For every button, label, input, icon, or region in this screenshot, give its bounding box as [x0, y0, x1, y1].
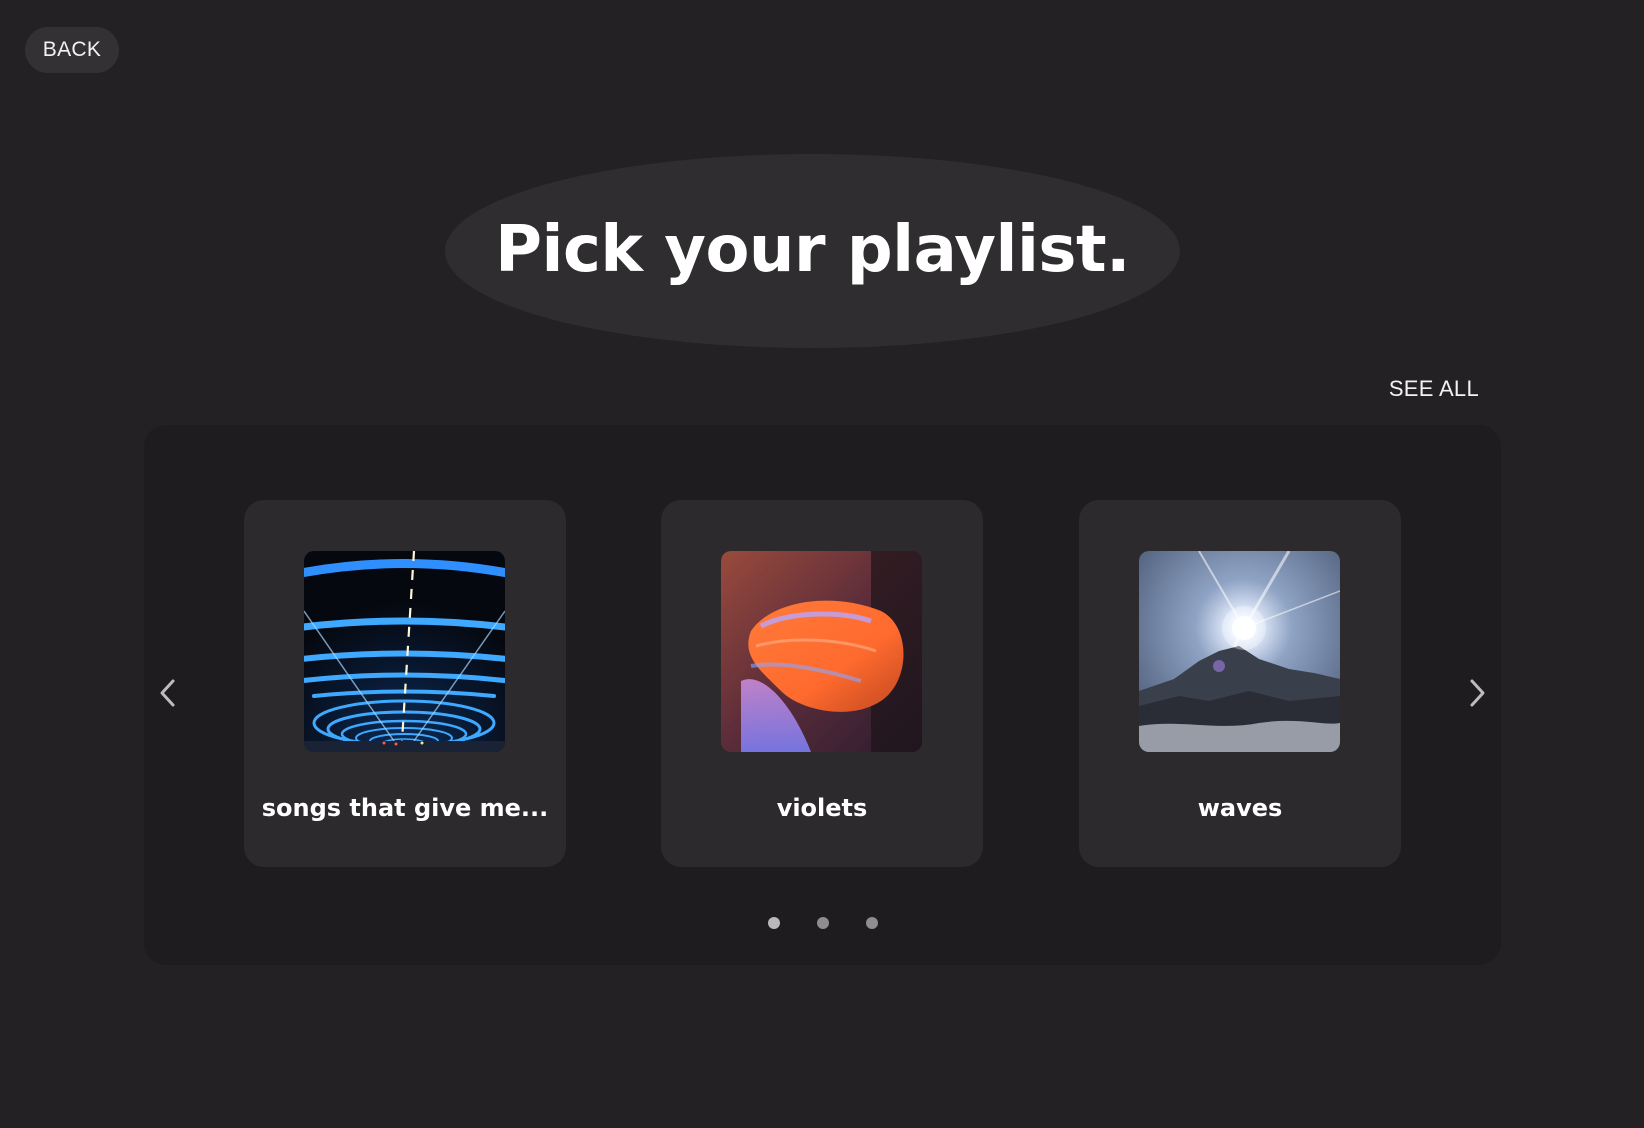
page-dot-3[interactable]	[865, 917, 878, 929]
page-dot-2[interactable]	[816, 917, 829, 929]
carousel-prev-button[interactable]	[148, 673, 188, 713]
page-dot-1[interactable]	[767, 917, 780, 929]
playlist-name: songs that give me...	[261, 794, 549, 822]
neon-tunnel-image	[304, 551, 505, 752]
playlist-card[interactable]: violets	[661, 500, 983, 867]
title-blob: Pick your playlist.	[445, 154, 1180, 348]
playlist-name: violets	[776, 794, 868, 822]
chevron-right-icon	[1470, 679, 1485, 707]
blurred-hand-image	[721, 551, 922, 752]
see-all-link[interactable]: SEE ALL	[1389, 376, 1479, 402]
playlist-card[interactable]: waves	[1079, 500, 1401, 867]
carousel-next-button[interactable]	[1457, 673, 1497, 713]
playlist-card[interactable]: songs that give me...	[244, 500, 566, 867]
carousel-pagination	[144, 917, 1501, 929]
playlist-name: waves	[1197, 794, 1283, 822]
playlist-carousel: songs that give me... violets waves	[144, 425, 1501, 965]
page-title: Pick your playlist.	[495, 213, 1130, 287]
back-button[interactable]: BACK	[25, 27, 119, 73]
chevron-left-icon	[160, 679, 175, 707]
sun-over-mountains-image	[1139, 551, 1340, 752]
